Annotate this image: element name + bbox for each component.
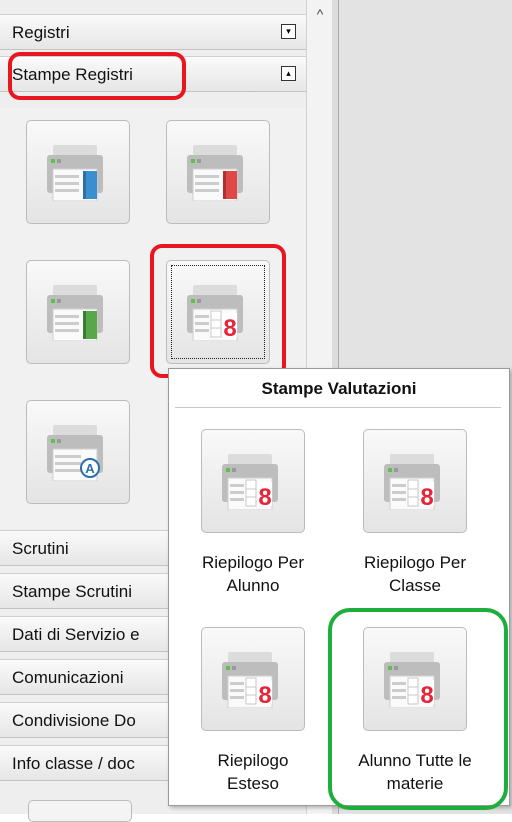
label-line-2: Esteso: [227, 774, 279, 793]
riepilogo-per-alunno-button[interactable]: 8: [201, 429, 305, 533]
print-register-red-button[interactable]: [166, 120, 270, 224]
label-line-1: Riepilogo: [217, 751, 289, 770]
highlight-stampe-registri: [8, 52, 186, 100]
expand-toggle-icon[interactable]: ▾: [281, 24, 296, 39]
riepilogo-per-classe-button[interactable]: 8: [363, 429, 467, 533]
printer-letter-a-icon: A: [47, 425, 103, 481]
section-label: Info classe / doc: [12, 754, 135, 773]
scroll-up-icon[interactable]: ^: [307, 6, 333, 42]
riepilogo-esteso-label[interactable]: Riepilogo Esteso: [178, 749, 328, 795]
printer-blue-book-icon: [47, 145, 103, 201]
printer-grades-8-icon: 8: [222, 652, 278, 708]
section-label: Dati di Servizio e: [12, 625, 140, 644]
partial-tile[interactable]: [28, 800, 132, 822]
label-line-1: Riepilogo Per: [201, 553, 305, 572]
highlight-valutazioni-tile: [150, 244, 286, 378]
svg-text:8: 8: [420, 484, 433, 510]
label-line-2: Classe: [389, 576, 441, 595]
section-label: Registri: [12, 23, 70, 42]
divider: [175, 407, 501, 408]
popup-title: Stampe Valutazioni: [261, 379, 417, 398]
svg-text:8: 8: [258, 682, 271, 708]
section-label: Stampe Scrutini: [12, 582, 132, 601]
printer-green-book-icon: [47, 285, 103, 341]
svg-text:8: 8: [258, 484, 271, 510]
section-label: Comunicazioni: [12, 668, 124, 687]
riepilogo-per-alunno-label[interactable]: Riepilogo Per Alunno: [178, 551, 328, 597]
printer-red-book-icon: [187, 145, 243, 201]
section-label: Scrutini: [12, 539, 69, 558]
label-line-2: Alunno: [226, 576, 280, 595]
printer-grades-8-icon: 8: [222, 454, 278, 510]
svg-text:A: A: [85, 461, 95, 476]
label-line-1: Riepilogo Per: [363, 553, 467, 572]
print-register-green-button[interactable]: [26, 260, 130, 364]
riepilogo-esteso-button[interactable]: 8: [201, 627, 305, 731]
printer-grades-8-icon: 8: [384, 454, 440, 510]
section-registri[interactable]: Registri ▾: [0, 14, 306, 50]
collapse-toggle-icon[interactable]: ▴: [281, 66, 296, 81]
riepilogo-per-classe-label[interactable]: Riepilogo Per Classe: [340, 551, 490, 597]
print-register-a-button[interactable]: A: [26, 400, 130, 504]
print-register-blue-button[interactable]: [26, 120, 130, 224]
highlight-alunno-tutte-le-materie: [328, 608, 508, 810]
section-label: Condivisione Do: [12, 711, 136, 730]
